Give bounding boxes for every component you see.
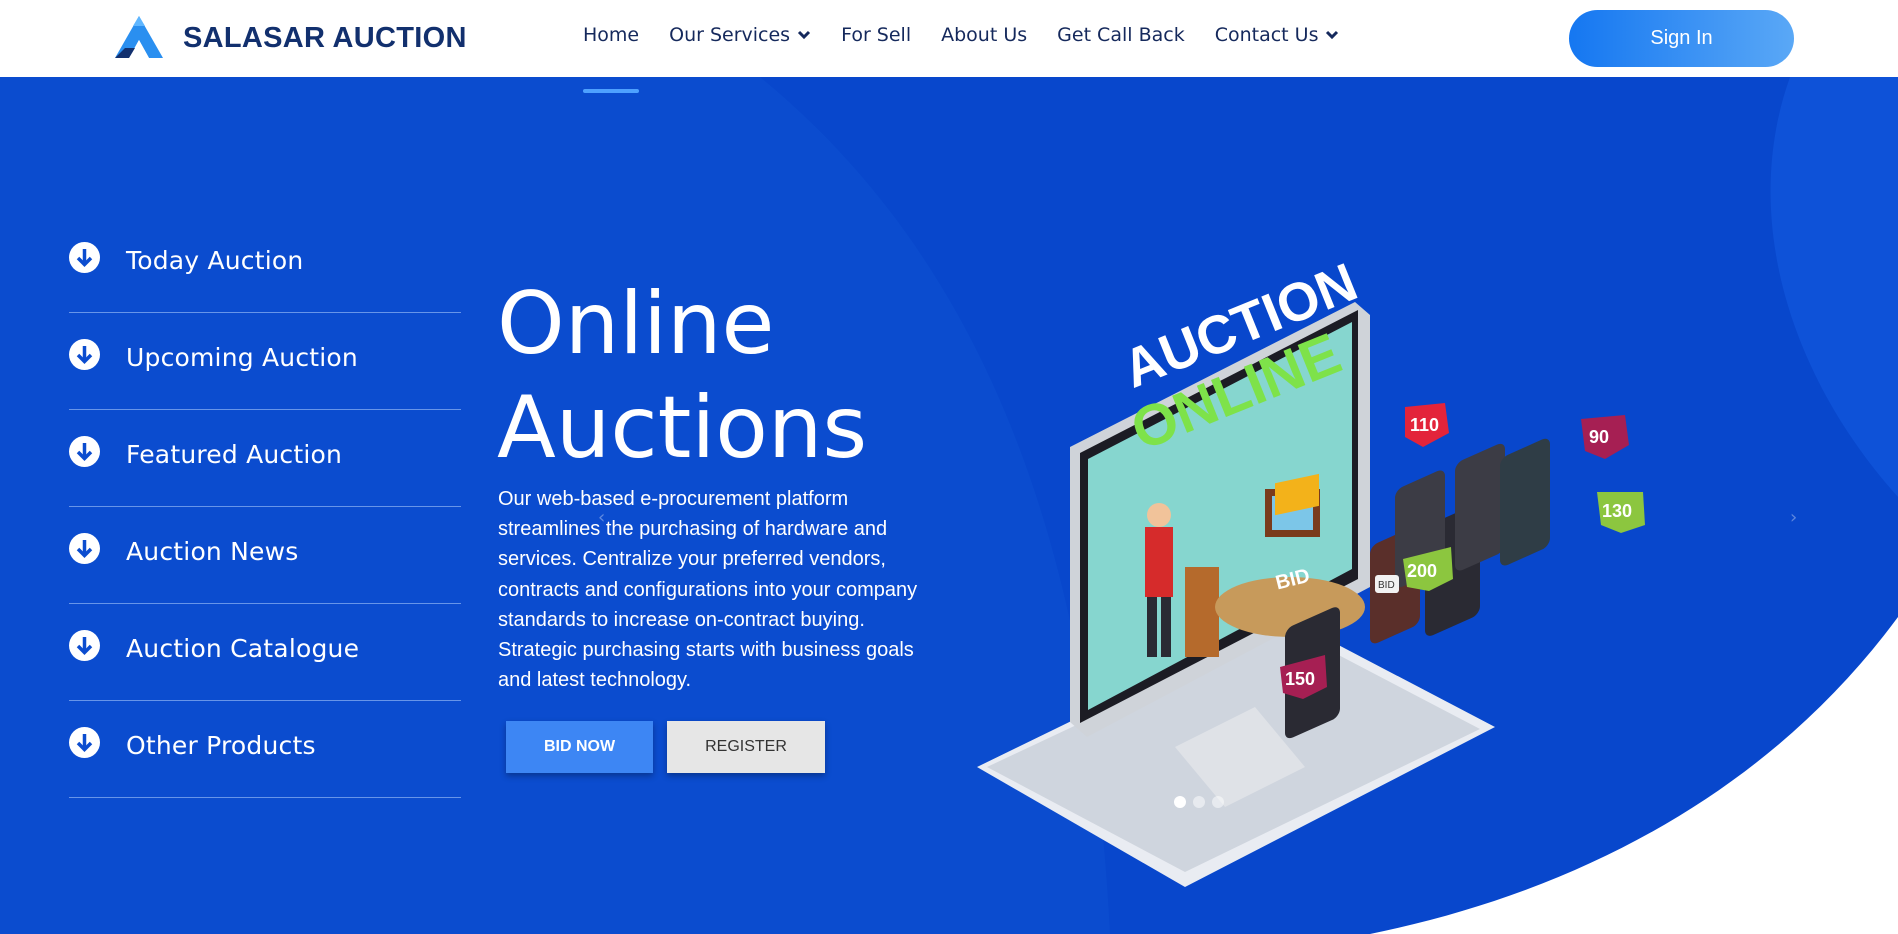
chevron-down-icon [798, 30, 811, 40]
arrow-down-circle-icon [69, 727, 100, 758]
arrow-down-circle-icon [69, 339, 100, 370]
nav-label: Get Call Back [1057, 24, 1185, 46]
chevron-down-icon [1326, 30, 1339, 40]
nav-label: Home [583, 24, 640, 46]
svg-text:90: 90 [1589, 427, 1609, 447]
svg-text:130: 130 [1602, 501, 1632, 521]
arrow-down-circle-icon [69, 242, 100, 273]
sidebar-item-label: Upcoming Auction [126, 343, 358, 372]
sidebar-item-label: Featured Auction [126, 440, 343, 469]
nav-item-get-call-back[interactable]: Get Call Back [1057, 24, 1185, 46]
nav-item-home[interactable]: Home [583, 24, 639, 46]
sidebar-item-auction-news[interactable]: Auction News [69, 508, 461, 604]
carousel-dot[interactable] [1193, 796, 1205, 808]
carousel-prev-arrow[interactable]: ‹ [598, 507, 605, 528]
phone-bid-tag: BID [1378, 580, 1395, 591]
sidebar-item-featured-auction[interactable]: Featured Auction [69, 411, 461, 507]
sidebar-item-auction-catalogue[interactable]: Auction Catalogue [69, 605, 461, 701]
auctioneer-figure [1145, 527, 1173, 597]
hero-title: Online Auctions [497, 272, 1017, 480]
sidebar-item-other-products[interactable]: Other Products [69, 702, 461, 798]
svg-text:200: 200 [1407, 561, 1437, 581]
brand-logo[interactable]: SALASAR AUCTION [113, 14, 467, 62]
nav-label: Our Services [669, 24, 791, 46]
carousel-dot[interactable] [1174, 796, 1186, 808]
hero-title-line: Online [497, 274, 775, 374]
hero-section: Today Auction Upcoming Auction Featured … [0, 77, 1898, 934]
sign-in-button[interactable]: Sign In [1569, 10, 1794, 67]
nav-label: About Us [941, 24, 1028, 46]
svg-text:150: 150 [1285, 669, 1315, 689]
arrow-down-circle-icon [69, 436, 100, 467]
sidebar-item-upcoming-auction[interactable]: Upcoming Auction [69, 314, 461, 410]
active-nav-indicator [583, 89, 639, 93]
nav-item-about-us[interactable]: About Us [941, 24, 1027, 46]
sidebar-item-label: Other Products [126, 731, 316, 760]
svg-text:110: 110 [1410, 415, 1439, 435]
hero-title-line: Auctions [497, 378, 868, 478]
nav-label: Contact Us [1214, 24, 1319, 46]
sidebar-item-label: Auction News [126, 537, 299, 566]
hero-description: Our web-based e-procurement platform str… [498, 488, 918, 692]
sidebar-item-label: Today Auction [126, 246, 304, 275]
logo-icon [115, 16, 163, 58]
arrow-down-circle-icon [69, 533, 100, 564]
register-button[interactable]: REGISTER [667, 721, 825, 773]
carousel-dots [1174, 796, 1231, 808]
carousel-next-arrow[interactable]: › [1790, 507, 1797, 528]
sidebar-item-today-auction[interactable]: Today Auction [69, 217, 461, 313]
nav-label: For Sell [841, 24, 912, 46]
bid-bubble-90: 90 [1581, 415, 1629, 459]
carousel-dot[interactable] [1212, 796, 1224, 808]
bid-bubble-130: 130 [1597, 492, 1645, 533]
brand-name: SALASAR AUCTION [183, 21, 467, 54]
arrow-down-circle-icon [69, 630, 100, 661]
auction-category-menu: Today Auction Upcoming Auction Featured … [69, 217, 461, 799]
online-auction-illustration: BID AUCTION ONLINE BID 110 90 130 200 15… [977, 252, 1645, 887]
bid-bubble-110: 110 [1405, 403, 1449, 447]
nav-item-contact-us[interactable]: Contact Us [1215, 24, 1340, 46]
nav-item-our-services[interactable]: Our Services [669, 24, 811, 46]
sidebar-item-label: Auction Catalogue [126, 634, 360, 663]
main-nav: Home Our Services For Sell About Us Get … [583, 24, 1369, 46]
nav-item-for-sell[interactable]: For Sell [841, 24, 911, 46]
bid-now-button[interactable]: BID NOW [506, 721, 653, 773]
site-header: SALASAR AUCTION Home Our Services For Se… [0, 0, 1898, 77]
